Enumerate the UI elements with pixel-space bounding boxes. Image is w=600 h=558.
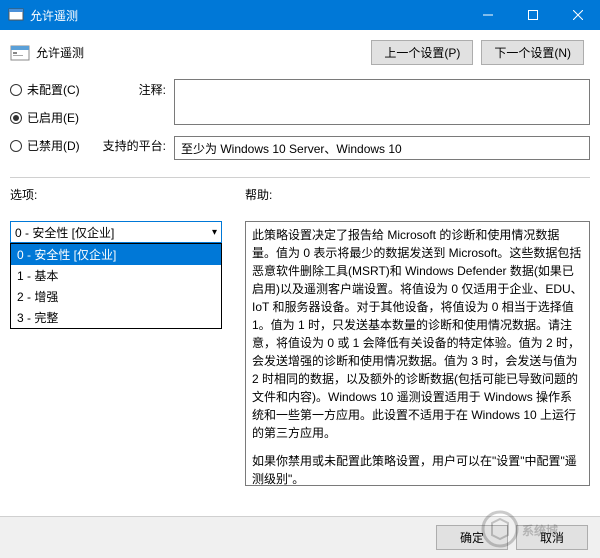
close-button[interactable] xyxy=(555,0,600,30)
window-title: 允许遥测 xyxy=(30,7,465,24)
platforms-label: 支持的平台: xyxy=(96,137,166,161)
radio-disabled[interactable] xyxy=(10,140,22,152)
cancel-button[interactable]: 取消 xyxy=(516,525,588,550)
next-setting-button[interactable]: 下一个设置(N) xyxy=(481,40,584,65)
prev-setting-button[interactable]: 上一个设置(P) xyxy=(371,40,473,65)
notes-textarea[interactable] xyxy=(174,79,590,125)
header-title: 允许遥测 xyxy=(36,44,84,61)
policy-icon xyxy=(10,43,30,63)
platforms-box: 至少为 Windows 10 Server、Windows 10 xyxy=(174,136,590,160)
footer: 确定 取消 xyxy=(0,516,600,558)
divider xyxy=(10,177,590,178)
combobox-option[interactable]: 1 - 基本 xyxy=(11,265,221,286)
state-radios: 未配置(C) 已启用(E) 已禁用(D) xyxy=(10,79,88,165)
help-paragraph: 此策略设置决定了报告给 Microsoft 的诊断和使用情况数据量。值为 0 表… xyxy=(252,226,583,442)
notes-label: 注释: xyxy=(96,81,166,137)
chevron-down-icon: ▾ xyxy=(212,227,217,238)
help-paragraph: 如果你禁用或未配置此策略设置，用户可以在"设置"中配置"遥测级别"。 xyxy=(252,452,583,486)
platforms-text: 至少为 Windows 10 Server、Windows 10 xyxy=(181,142,402,156)
titlebar: 允许遥测 xyxy=(0,0,600,30)
ok-button[interactable]: 确定 xyxy=(436,525,508,550)
options-combobox[interactable]: 0 - 安全性 [仅企业] ▾ xyxy=(10,221,222,243)
maximize-button[interactable] xyxy=(510,0,555,30)
help-label: 帮助: xyxy=(245,186,590,203)
radio-not-configured[interactable] xyxy=(10,84,22,96)
app-icon xyxy=(8,7,24,23)
radio-enabled[interactable] xyxy=(10,112,22,124)
header-section: 允许遥测 上一个设置(P) 下一个设置(N) xyxy=(10,40,590,65)
radio-disabled-label: 已禁用(D) xyxy=(27,137,80,154)
options-label: 选项: xyxy=(10,186,235,203)
minimize-button[interactable] xyxy=(465,0,510,30)
radio-not-configured-label: 未配置(C) xyxy=(27,81,80,98)
combobox-option[interactable]: 3 - 完整 xyxy=(11,307,221,328)
radio-enabled-label: 已启用(E) xyxy=(27,109,79,126)
combobox-option[interactable]: 2 - 增强 xyxy=(11,286,221,307)
combobox-value: 0 - 安全性 [仅企业] xyxy=(15,224,114,241)
combobox-option[interactable]: 0 - 安全性 [仅企业] xyxy=(11,244,221,265)
help-textbox[interactable]: 此策略设置决定了报告给 Microsoft 的诊断和使用情况数据量。值为 0 表… xyxy=(245,221,590,486)
combobox-dropdown: 0 - 安全性 [仅企业] 1 - 基本 2 - 增强 3 - 完整 xyxy=(10,243,222,329)
window-controls xyxy=(465,0,600,30)
